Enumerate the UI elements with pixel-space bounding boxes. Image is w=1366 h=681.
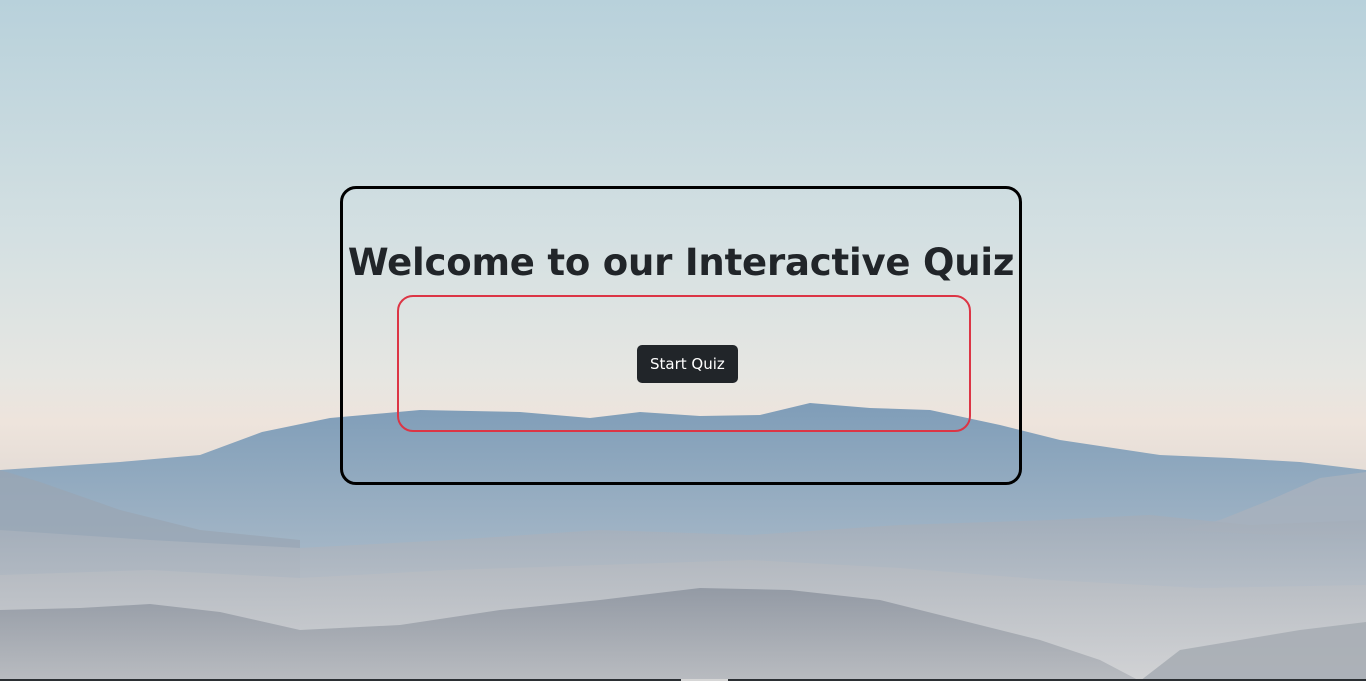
- quiz-start-container: Start Quiz: [397, 295, 971, 432]
- quiz-welcome-page: Welcome to our Interactive Quiz Start Qu…: [0, 0, 1366, 681]
- welcome-card: Welcome to our Interactive Quiz Start Qu…: [340, 186, 1022, 485]
- page-title: Welcome to our Interactive Quiz: [347, 241, 1015, 284]
- start-quiz-button[interactable]: Start Quiz: [637, 345, 738, 383]
